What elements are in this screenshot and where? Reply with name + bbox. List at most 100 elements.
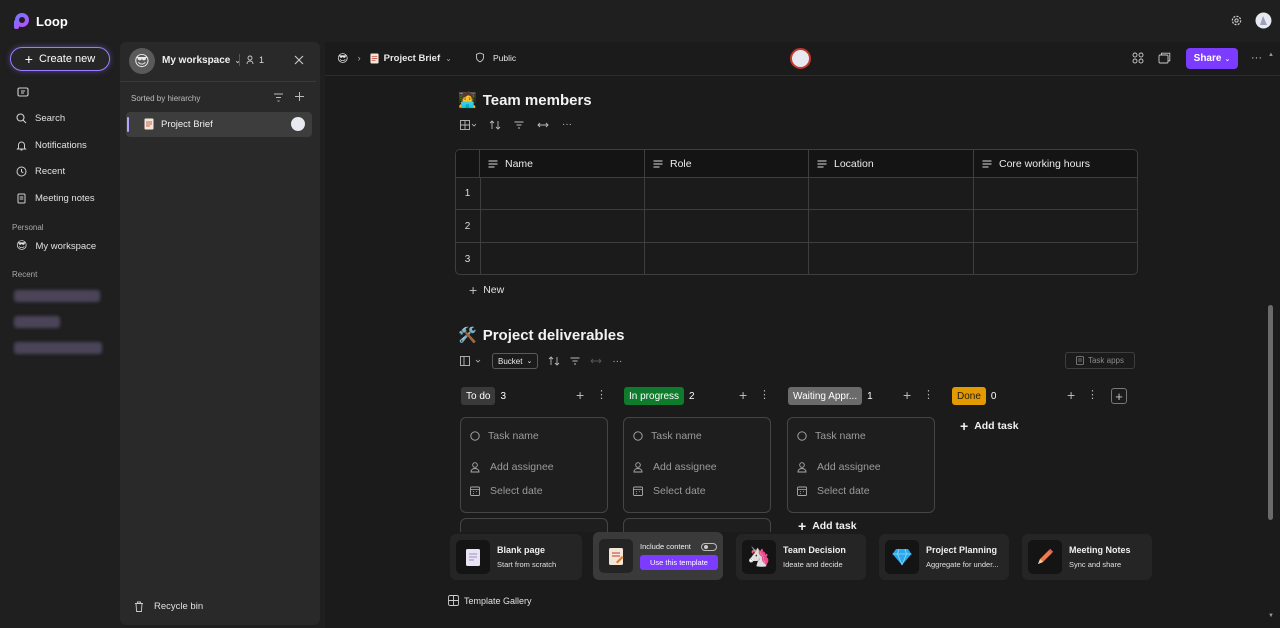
include-content-toggle[interactable] [700,542,717,551]
vertical-scrollbar[interactable] [1268,305,1273,520]
panel-divider [120,81,316,82]
chevron-down-icon[interactable]: ⌄ [445,54,452,63]
apps-grid-icon[interactable] [1132,52,1144,64]
width-arrows-icon[interactable] [590,357,602,365]
include-content-toggle-row[interactable]: Include content [640,542,718,551]
add-task-button[interactable]: + Add task [960,418,1019,434]
column-header-label: Core working hours [999,157,1091,170]
column-divider [973,177,974,274]
workspace-title-dropdown[interactable]: My workspace ⌄ [162,55,241,66]
user-avatar[interactable] [1255,12,1272,29]
share-button[interactable]: Share ⌄ [1186,48,1238,69]
task-card-partial[interactable] [460,518,608,532]
circle-checkbox-icon[interactable] [797,431,807,441]
template-meeting-notes[interactable]: Meeting Notes Sync and share [1022,534,1152,580]
nav-my-workspace[interactable]: 😎 My workspace [16,241,96,253]
row-number[interactable]: 3 [456,243,479,274]
nav-recent[interactable]: Recent [16,166,65,177]
column-header-name[interactable]: Name [480,150,645,177]
sort-icon[interactable] [548,356,560,366]
task-card-partial[interactable] [623,518,771,532]
column-header-role[interactable]: Role [645,150,809,177]
width-arrows-icon[interactable] [537,121,549,129]
scroll-up-arrow[interactable]: ▲ [1268,52,1274,58]
recent-item-blurred[interactable] [14,342,102,354]
add-page-plus-icon[interactable] [294,91,305,102]
task-apps-icon [1076,356,1084,365]
date-field[interactable]: Select date [797,485,870,497]
add-task-plus-icon[interactable]: + [739,388,747,402]
template-gallery-link[interactable]: Template Gallery [448,595,532,606]
bucket-more-icon[interactable]: ⋮ [923,388,934,402]
row-number[interactable]: 1 [456,178,479,209]
notes-icon [16,193,27,204]
scroll-down-arrow[interactable]: ▼ [1268,613,1274,619]
visibility-badge[interactable]: Public [475,52,516,63]
assignee-field[interactable]: Add assignee [797,461,881,473]
template-project-planning[interactable]: Project Planning Aggregate for under... [879,534,1009,580]
add-task-plus-icon[interactable]: + [1067,388,1075,402]
bucket-more-icon[interactable]: ⋮ [759,388,770,402]
use-this-template-button[interactable]: Use this template [640,555,718,570]
bucket-more-icon[interactable]: ⋮ [596,388,607,402]
filter-icon[interactable] [570,357,580,365]
new-row-button[interactable]: + New [469,283,505,297]
filter-icon[interactable] [514,121,524,129]
template-blank-page[interactable]: Blank page Start from scratch [450,534,582,580]
recycle-bin[interactable]: Recycle bin [134,601,203,612]
circle-checkbox-icon[interactable] [470,431,480,441]
add-bucket-button[interactable]: + [1111,388,1127,404]
add-task-plus-icon[interactable]: + [903,388,911,402]
nav-meeting-notes[interactable]: Meeting notes [16,193,95,204]
more-options-icon[interactable]: ··· [562,119,572,130]
task-apps-button[interactable]: Task apps [1065,352,1135,369]
project-deliverables-title: Project deliverables [482,326,625,344]
recent-item-blurred[interactable] [14,290,100,302]
settings-gear-icon[interactable] [1230,14,1243,27]
column-header-core-hours[interactable]: Core working hours [974,150,1137,177]
template-text: Blank page Start from scratch [497,545,556,569]
board-view-icon[interactable] [460,356,482,366]
bucket-header-todo[interactable]: To do 3 [461,387,506,405]
nav-search[interactable]: Search [16,113,65,124]
add-task-button[interactable]: + Add task [798,519,857,533]
collaborator-avatar[interactable] [790,48,811,69]
sort-icon[interactable] [489,119,501,130]
column-header-location[interactable]: Location [809,150,974,177]
task-name-field[interactable]: Task name [633,430,702,442]
bucket-header-in-progress[interactable]: In progress 2 [624,387,695,405]
template-hovered[interactable]: Include content Use this template [593,532,723,580]
workspace-avatar[interactable]: 😎 [129,48,155,74]
new-row-label: New [483,284,505,296]
bucket-more-icon[interactable]: ⋮ [1087,388,1098,402]
task-name-field[interactable]: Task name [797,430,866,442]
task-name-field[interactable]: Task name [470,430,539,442]
template-team-decision[interactable]: 🦄 Team Decision Ideate and decide [736,534,866,580]
workspace-emoji-icon[interactable]: 😎 [337,52,348,65]
close-icon[interactable] [294,55,304,65]
bucket-header-done[interactable]: Done 0 [952,387,996,405]
filter-icon[interactable] [273,93,284,102]
plus-icon: + [960,418,969,434]
create-new-button[interactable]: + Create new [10,47,110,71]
group-by-dropdown[interactable]: Bucket ⌄ [492,353,539,369]
circle-checkbox-icon[interactable] [633,431,643,441]
table-view-icon[interactable] [460,119,476,130]
blank-page-icon [456,540,490,574]
ideas-icon[interactable] [17,87,29,98]
date-field[interactable]: Select date [633,485,706,497]
app-logo[interactable]: Loop [12,12,68,30]
row-number[interactable]: 2 [456,210,479,242]
more-options-icon[interactable]: ··· [612,356,622,367]
date-field[interactable]: Select date [470,485,543,497]
copy-component-icon[interactable] [1158,52,1171,64]
nav-notifications[interactable]: Notifications [16,140,87,151]
bucket-header-waiting-approval[interactable]: Waiting Appr... 1 [788,387,873,405]
more-options-icon[interactable]: ··· [1251,52,1262,64]
add-task-plus-icon[interactable]: + [576,388,584,402]
members-button[interactable]: 1 [246,55,264,65]
assignee-field[interactable]: Add assignee [633,461,717,473]
recent-item-blurred[interactable] [14,316,60,328]
breadcrumb-page-title[interactable]: Project Brief [384,53,441,64]
assignee-field[interactable]: Add assignee [470,461,554,473]
